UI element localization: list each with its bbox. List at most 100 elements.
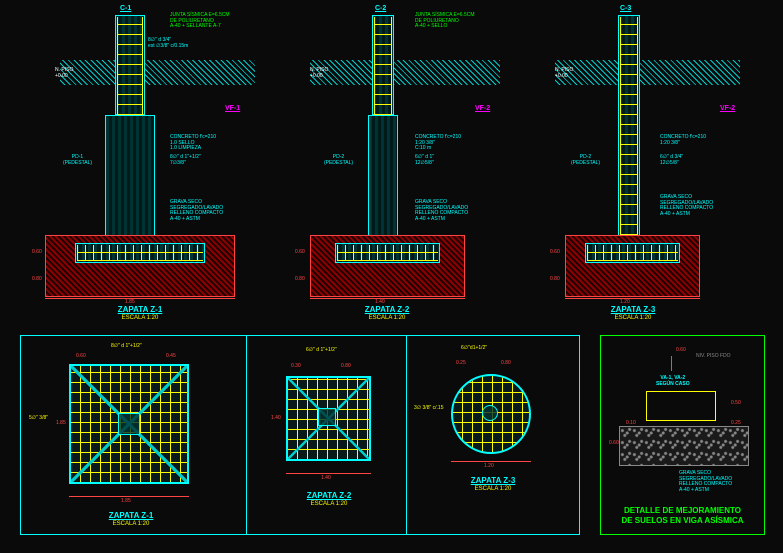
section-view-z3: C-3 VF-2 PD-2 (PEDESTAL) ZAPATA Z-3 ESCA…	[530, 5, 770, 315]
beam-label: VF-1	[225, 105, 240, 112]
gravel-fill	[619, 426, 749, 466]
slab-hatch	[60, 60, 255, 85]
section-title: ZAPATA Z-1	[95, 305, 185, 314]
plan-title: ZAPATA Z-2	[284, 491, 374, 500]
rebar-note-2: 6∅" d 3/4" 12∅5/8"	[660, 155, 740, 166]
dim-width: 1.40	[375, 300, 385, 306]
footing-rebar	[587, 245, 678, 261]
dim-b: 0.80	[501, 361, 511, 367]
nivel-note: NIV. PISO FDO	[696, 354, 731, 360]
rebar-note: 6∅"d1+1/2"	[461, 346, 487, 352]
pedestal-label: PD-1 (PEDESTAL)	[55, 155, 100, 166]
slab-hatch	[310, 60, 500, 85]
pedestal-concrete	[105, 115, 155, 245]
annot-concrete: CONCRETO f'c=210 1.0 SELLO 1.0 LIMPIEZA	[170, 135, 250, 152]
nivel-label: N. PISO +0.00	[310, 68, 328, 79]
section-scale: ESCALA 1:20	[588, 315, 678, 321]
dim-b: 0.80	[341, 364, 351, 370]
dim-line	[310, 298, 465, 299]
annot-soil: GRAVA SECO SEGREGADO/LAVADO RELLENO COMP…	[170, 200, 250, 222]
dim-line	[45, 298, 235, 299]
section-view-z1: C-1 VF-1 PD-1 (PEDESTAL) ZAPATA Z-1 ESCA…	[20, 5, 260, 315]
dim-h2: 0.80	[550, 277, 560, 283]
plan-view-z1: 8∅" d 1"+1/2" 5∅" 3/8" 0.60 0.45 1.85 1.…	[21, 336, 246, 536]
dim-h1: 0.60	[295, 250, 305, 256]
dim-width: 1.85	[125, 300, 135, 306]
section-title: ZAPATA Z-3	[588, 305, 678, 314]
annot-concrete: CONCRETO f'c=210 1:20 3/8"	[660, 135, 740, 146]
column-label: C-3	[620, 5, 631, 12]
dim-h2: 0.80	[295, 277, 305, 283]
plan-scale: ESCALA 1:20	[448, 486, 538, 492]
annot-soil: GRAVA SECO SEGREGADO/LAVADO RELLENO COMP…	[415, 200, 495, 222]
pedestal-concrete	[368, 115, 398, 245]
dim-w: 1.40	[321, 476, 331, 482]
dim-line	[69, 496, 189, 497]
column-mark	[118, 413, 140, 435]
annot-concrete: CONCRETO f'c=210 1:20 3/8" C:10 m	[415, 135, 495, 152]
rebar-note-2: 6∅" d 1" 12∅5/8"	[415, 155, 495, 166]
dim-a: 0.25	[456, 361, 466, 367]
rebar-note-1: 8∅" d 3/4" est ∅3/8" c/0.15m	[148, 38, 228, 49]
dim-width: 1.20	[620, 300, 630, 306]
section-scale: ESCALA 1:20	[95, 315, 185, 321]
slab-hatch	[555, 60, 740, 85]
soil-improvement-detail: NIV. PISO FDO VA-1, VA-2 SEGÚN CASO 0.50…	[600, 335, 765, 535]
plan-view-z3: 6∅"d1+1/2" 3∅ 3/8" c/.15 0.25 0.80 1.20 …	[406, 336, 581, 536]
column-mark	[318, 408, 336, 426]
beam-tag: VA-1, VA-2 SEGÚN CASO	[656, 376, 690, 387]
dim-h: 1.40	[271, 416, 281, 422]
dim-h: 0.50	[731, 401, 741, 407]
plan-view-z2: 6∅" d 1"+1/2" 0.30 0.80 1.40 1.40 ZAPATA…	[246, 336, 406, 536]
dim-off: 0.10	[626, 421, 636, 427]
gravel-annot: GRAVA SECO SEGREGADO/LAVADO RELLENO COMP…	[679, 471, 764, 493]
cad-drawing-canvas: C-1 VF-1 PD-1 (PEDESTAL) ZAPATA Z-1 ESCA…	[0, 0, 783, 553]
dim-line	[286, 473, 371, 474]
dim-mark: 0.60	[676, 348, 686, 354]
dim-w: 1.20	[484, 464, 494, 470]
rebar-note: 8∅" d 1"+1/2"	[111, 344, 142, 350]
dim-a: 0.30	[291, 364, 301, 370]
pedestal-label: PD-2 (PEDESTAL)	[563, 155, 608, 166]
dim-line	[451, 461, 531, 462]
dim-h2: 0.80	[32, 277, 42, 283]
dim-w: 0.60	[609, 441, 619, 447]
dim-s: 0.25	[731, 421, 741, 427]
dim-h1: 0.60	[32, 250, 42, 256]
annot-top: JUNTA SÍSMICA E=6.5CM DE POLIURETANO A-4…	[415, 13, 495, 30]
rebar-note-2: 8∅" d 1"+1/2" 7∅3/8"	[170, 155, 250, 166]
plan-title: ZAPATA Z-1	[86, 511, 176, 520]
footing-rebar	[337, 245, 438, 261]
dim-b: 0.45	[166, 354, 176, 360]
section-title: ZAPATA Z-2	[342, 305, 432, 314]
rebar-note-2: 3∅ 3/8" c/.15	[414, 406, 443, 412]
leader	[671, 356, 672, 371]
rebar-note-2: 5∅" 3/8"	[29, 416, 48, 422]
dim-line	[565, 298, 700, 299]
plan-scale: ESCALA 1:20	[284, 501, 374, 507]
column-label: C-2	[375, 5, 386, 12]
dim-w: 1.85	[121, 499, 131, 505]
beam-label: VF-2	[720, 105, 735, 112]
dim-h: 1.85	[56, 421, 66, 427]
beam-label: VF-2	[475, 105, 490, 112]
rebar-note: 6∅" d 1"+1/2"	[306, 348, 337, 354]
dim-h1: 0.60	[550, 250, 560, 256]
plan-title: ZAPATA Z-3	[448, 476, 538, 485]
section-view-z2: C-2 VF-2 PD-2 (PEDESTAL) ZAPATA Z-2 ESCA…	[280, 5, 520, 315]
section-scale: ESCALA 1:20	[342, 315, 432, 321]
detail-title: DETALLE DE MEJORAMIENTO DE SUELOS EN VIG…	[601, 506, 764, 525]
plan-views-container: 8∅" d 1"+1/2" 5∅" 3/8" 0.60 0.45 1.85 1.…	[20, 335, 580, 535]
beam-section	[646, 391, 716, 421]
column-rebar	[620, 17, 638, 255]
plan-scale: ESCALA 1:20	[86, 521, 176, 527]
annot-soil: GRAVA SECO SEGREGADO/LAVADO RELLENO COMP…	[660, 195, 740, 217]
nivel-label: N. PISO +0.00	[55, 68, 73, 79]
column-label: C-1	[120, 5, 131, 12]
nivel-label: N. PISO +0.00	[555, 68, 573, 79]
footing-rebar	[77, 245, 203, 261]
dim-a: 0.60	[76, 354, 86, 360]
annot-top: JUNTA SÍSMICA E=6.5CM DE POLIURETANO A-4…	[170, 13, 250, 30]
pedestal-label: PD-2 (PEDESTAL)	[316, 155, 361, 166]
column-mark	[482, 405, 498, 421]
